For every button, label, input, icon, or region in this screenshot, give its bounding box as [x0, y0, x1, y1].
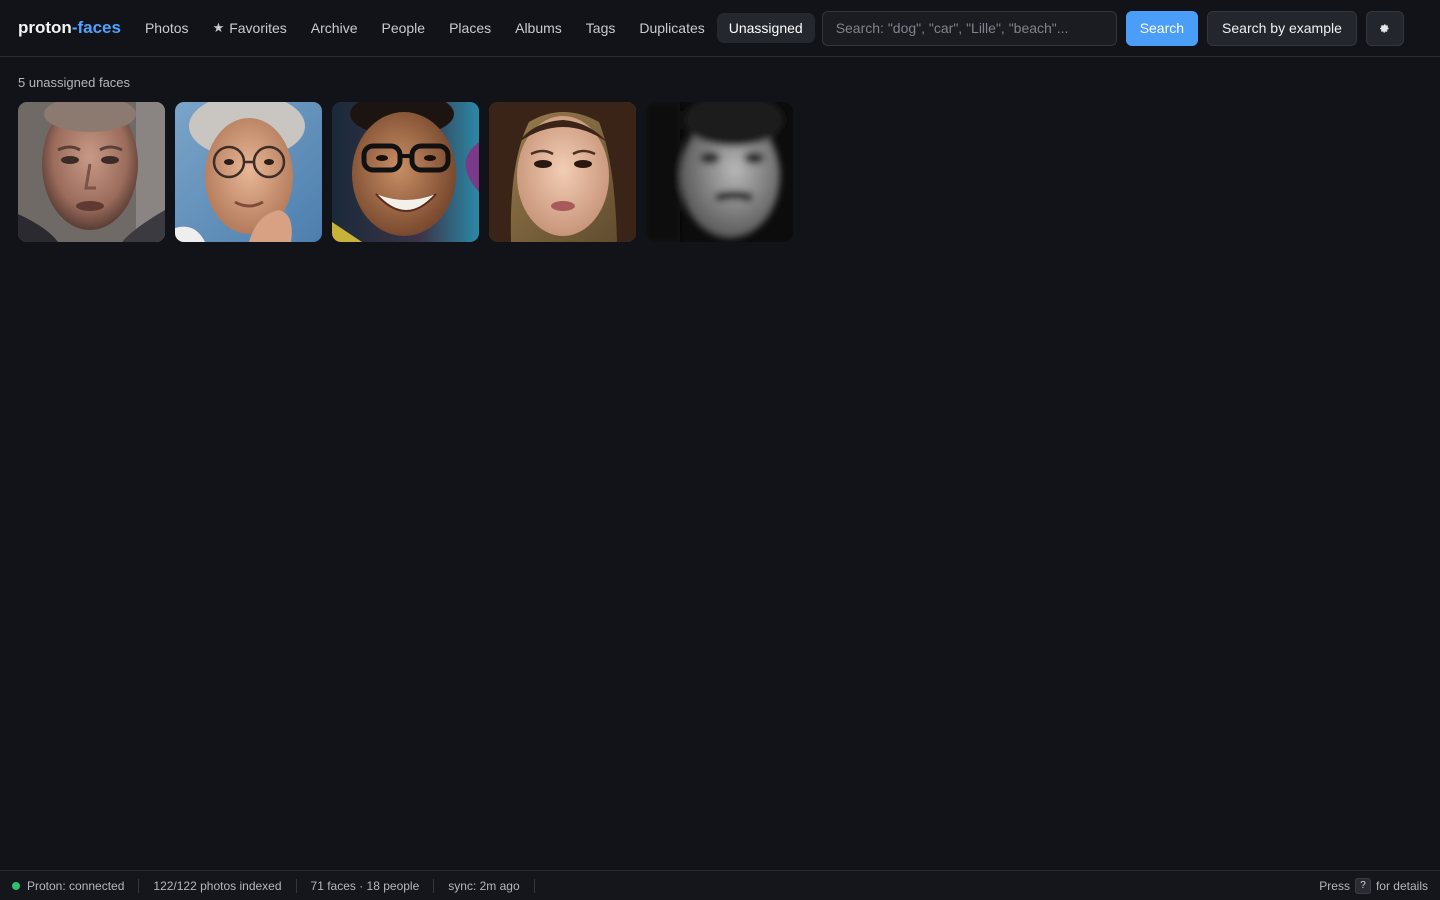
brand-name: proton [18, 18, 72, 37]
status-sync-text: sync: 2m ago [448, 878, 520, 893]
main-nav: Photos ★ Favorites Archive People Places … [133, 13, 815, 43]
nav-item-people[interactable]: People [369, 13, 437, 43]
help-prefix: Press [1319, 878, 1350, 893]
status-indexed-text: 122/122 photos indexed [153, 878, 282, 893]
status-counts-text: 71 faces · 18 people [310, 878, 420, 893]
brand-logo[interactable]: proton-faces [18, 18, 121, 38]
face-grid [18, 102, 793, 242]
nav-item-label: Duplicates [639, 20, 705, 36]
face-image [18, 102, 165, 242]
search-button[interactable]: Search [1125, 10, 1199, 46]
face-thumbnail-2[interactable] [175, 102, 322, 242]
help-suffix: for details [1375, 878, 1428, 893]
face-thumbnail-5[interactable] [646, 102, 793, 242]
status-bar: Proton: connected 122/122 photos indexed… [0, 870, 1440, 900]
status-help: Press ? for details [1319, 877, 1428, 894]
face-image [646, 102, 793, 242]
nav-item-duplicates[interactable]: Duplicates [627, 13, 716, 43]
gear-icon [1380, 23, 1390, 33]
status-indexed: 122/122 photos indexed [139, 878, 297, 893]
help-key: ? [1354, 877, 1371, 894]
face-image [489, 102, 636, 242]
status-connection: Proton: connected [12, 878, 140, 893]
nav-item-albums[interactable]: Albums [503, 13, 574, 43]
nav-item-unassigned[interactable]: Unassigned [716, 13, 815, 43]
star-icon: ★ [212, 20, 225, 35]
search-by-example-button[interactable]: Search by example [1207, 10, 1357, 46]
connected-dot-icon [12, 881, 20, 890]
face-thumbnail-3[interactable] [332, 102, 479, 242]
nav-item-photos[interactable]: Photos [133, 13, 201, 43]
nav-item-label: Albums [515, 20, 562, 36]
nav-item-favorites[interactable]: ★ Favorites [201, 13, 299, 43]
face-image [175, 102, 322, 242]
unassigned-count: 5 unassigned faces [18, 75, 131, 90]
nav-item-label: Archive [310, 20, 358, 36]
nav-item-label: Unassigned [728, 20, 803, 36]
status-counts: 71 faces · 18 people [297, 878, 435, 893]
top-bar: proton-faces Photos ★ Favorites Archive P… [0, 0, 1440, 57]
brand-name-accent: -faces [71, 18, 121, 37]
nav-item-label: People [381, 20, 426, 36]
search-input[interactable] [821, 10, 1117, 46]
nav-item-label: Tags [585, 20, 616, 36]
main-content: 5 unassigned faces [18, 75, 793, 242]
status-sync: sync: 2m ago [434, 878, 535, 893]
nav-item-label: Places [449, 20, 492, 36]
status-connection-text: Proton: connected [27, 878, 125, 893]
face-thumbnail-4[interactable] [489, 102, 636, 242]
nav-item-archive[interactable]: Archive [299, 13, 370, 43]
face-thumbnail-1[interactable] [18, 102, 165, 242]
nav-item-places[interactable]: Places [437, 13, 503, 43]
nav-item-label: Favorites [229, 20, 287, 36]
face-image [332, 102, 479, 242]
settings-button[interactable] [1365, 10, 1404, 46]
nav-item-label: Photos [144, 20, 189, 36]
nav-item-tags[interactable]: Tags [574, 13, 628, 43]
